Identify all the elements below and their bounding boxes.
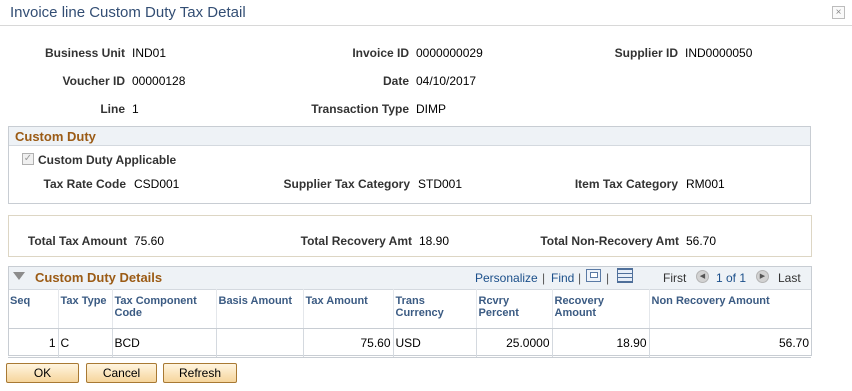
custom-duty-applicable-checkbox[interactable]: ✓ bbox=[22, 153, 34, 165]
cell-recovery-amount: 18.90 bbox=[551, 328, 649, 358]
column-header-rcvry-percent[interactable]: Rcvry Percent bbox=[475, 289, 552, 329]
refresh-button[interactable]: Refresh bbox=[163, 363, 237, 383]
details-table-header-row: Seq Tax Type Tax Component Code Basis Am… bbox=[8, 289, 811, 329]
item-tax-category-label: Item Tax Category bbox=[574, 177, 678, 191]
item-tax-category-value: RM001 bbox=[686, 177, 725, 191]
line-value: 1 bbox=[132, 102, 139, 116]
close-icon[interactable]: × bbox=[832, 6, 845, 19]
total-recovery-amt-label: Total Recovery Amt bbox=[300, 234, 412, 248]
total-tax-amount-value: 75.60 bbox=[134, 234, 165, 248]
total-nonrecovery-amt-label: Total Non-Recovery Amt bbox=[540, 234, 679, 248]
cell-non-recovery-amount: 56.70 bbox=[648, 328, 811, 358]
invoice-id-label: Invoice ID bbox=[352, 46, 409, 60]
custom-duty-header: Custom Duty bbox=[9, 127, 810, 146]
tax-rate-code-label: Tax Rate Code bbox=[43, 177, 126, 191]
cell-seq: 1 bbox=[8, 328, 58, 358]
details-table: Seq Tax Type Tax Component Code Basis Am… bbox=[8, 289, 811, 358]
business-unit-label: Business Unit bbox=[44, 46, 125, 60]
column-header-trans-currency[interactable]: Trans Currency bbox=[392, 289, 476, 329]
voucher-id-value: 00000128 bbox=[132, 74, 186, 88]
cell-basis-amount bbox=[215, 328, 303, 358]
total-recovery-amt-value: 18.90 bbox=[419, 234, 450, 248]
invoice-id-value: 0000000029 bbox=[416, 46, 483, 60]
pipe-separator: | bbox=[578, 271, 582, 285]
table-row: 1 C BCD 75.60 USD 25.0000 18.90 56.70 bbox=[8, 328, 811, 358]
date-label: Date bbox=[382, 74, 409, 88]
business-unit-value: IND01 bbox=[132, 46, 167, 60]
tax-rate-code-value: CSD001 bbox=[134, 177, 180, 191]
pipe-separator: | bbox=[606, 271, 610, 285]
column-header-seq[interactable]: Seq bbox=[8, 289, 58, 329]
collapse-triangle-icon[interactable] bbox=[13, 272, 25, 280]
date-value: 04/10/2017 bbox=[416, 74, 477, 88]
transaction-type-value: DIMP bbox=[416, 102, 446, 116]
transaction-type-label: Transaction Type bbox=[311, 102, 409, 116]
find-link[interactable]: Find bbox=[551, 271, 574, 285]
column-header-non-recovery-amount[interactable]: Non Recovery Amount bbox=[648, 289, 811, 329]
personalize-link[interactable]: Personalize bbox=[475, 271, 538, 285]
line-label: Line bbox=[100, 102, 125, 116]
dialog-titlebar: Invoice line Custom Duty Tax Detail × bbox=[0, 0, 852, 26]
cell-rcvry-percent: 25.0000 bbox=[475, 328, 552, 358]
supplier-id-label: Supplier ID bbox=[614, 46, 678, 60]
details-grid-title: Custom Duty Details bbox=[35, 270, 163, 285]
view-all-icon[interactable] bbox=[586, 269, 601, 282]
custom-duty-applicable-label: Custom Duty Applicable bbox=[38, 153, 177, 167]
column-header-basis-amount[interactable]: Basis Amount bbox=[215, 289, 303, 329]
supplier-id-value: IND0000050 bbox=[685, 46, 753, 60]
first-label[interactable]: First bbox=[663, 271, 686, 285]
voucher-id-label: Voucher ID bbox=[62, 74, 125, 88]
total-nonrecovery-amt-value: 56.70 bbox=[686, 234, 717, 248]
cell-tax-type: C bbox=[57, 328, 112, 358]
pipe-separator: | bbox=[542, 271, 546, 285]
column-header-tax-component-code[interactable]: Tax Component Code bbox=[111, 289, 216, 329]
column-header-tax-amount[interactable]: Tax Amount bbox=[302, 289, 393, 329]
dialog-title: Invoice line Custom Duty Tax Detail bbox=[10, 4, 246, 21]
next-arrow-icon[interactable]: ▶ bbox=[756, 270, 769, 283]
ok-button[interactable]: OK bbox=[6, 363, 79, 383]
previous-arrow-icon[interactable]: ◀ bbox=[696, 270, 709, 283]
cell-tax-component-code: BCD bbox=[111, 328, 216, 358]
supplier-tax-category-label: Supplier Tax Category bbox=[283, 177, 410, 191]
supplier-tax-category-value: STD001 bbox=[418, 177, 463, 191]
column-header-recovery-amount[interactable]: Recovery Amount bbox=[551, 289, 649, 329]
details-grid-header: Custom Duty Details bbox=[9, 267, 811, 290]
custom-duty-title: Custom Duty bbox=[15, 129, 96, 144]
cell-trans-currency: USD bbox=[392, 328, 476, 358]
last-label[interactable]: Last bbox=[778, 271, 801, 285]
row-range: 1 of 1 bbox=[716, 271, 747, 285]
cancel-button[interactable]: Cancel bbox=[86, 363, 157, 383]
download-spreadsheet-icon[interactable] bbox=[617, 268, 633, 283]
total-tax-amount-label: Total Tax Amount bbox=[27, 234, 127, 248]
column-header-tax-type[interactable]: Tax Type bbox=[57, 289, 112, 329]
cell-tax-amount: 75.60 bbox=[302, 328, 393, 358]
